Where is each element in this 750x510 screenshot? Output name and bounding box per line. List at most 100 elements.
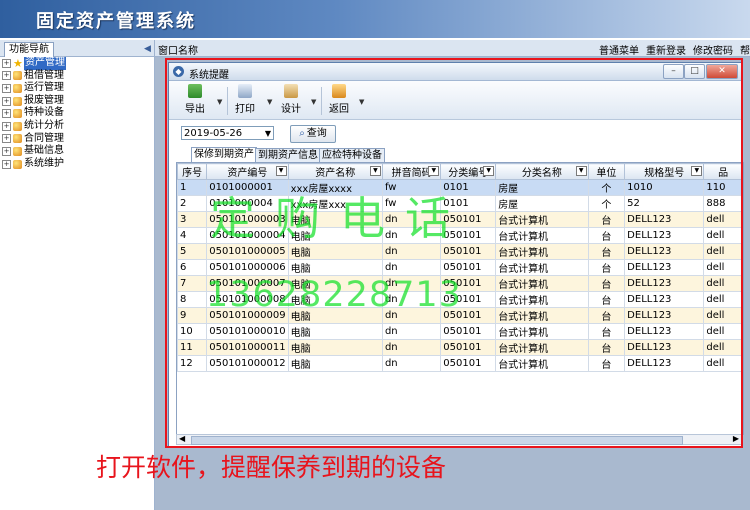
table-cell[interactable]: DELL123 [624, 307, 705, 324]
back-button[interactable]: 返回 ▼ [329, 84, 364, 115]
table-cell[interactable]: 050101000006 [206, 259, 289, 276]
expand-icon[interactable]: + [2, 146, 11, 156]
table-cell[interactable]: 9 [177, 307, 208, 324]
table-cell[interactable]: 台式计算机 [495, 227, 589, 244]
table-cell[interactable]: 050101000012 [206, 355, 289, 372]
table-cell[interactable]: 888 [703, 195, 743, 212]
collapse-arrow-icon[interactable]: ◀ [144, 44, 151, 54]
table-cell[interactable]: DELL123 [624, 355, 705, 372]
design-dropdown-arrow-icon[interactable]: ▼ [311, 98, 316, 106]
table-cell[interactable]: dell [703, 355, 743, 372]
tree-item-rental[interactable]: + 租借管理 [2, 70, 66, 83]
maximize-icon[interactable]: □ [684, 64, 705, 79]
column-header[interactable]: 规格型号 ▼ [624, 163, 705, 180]
column-header[interactable]: 单位 [587, 163, 626, 180]
table-cell[interactable]: dn [381, 323, 442, 340]
expand-icon[interactable]: + [2, 109, 11, 119]
column-header[interactable]: 资产名称 ▼ [287, 163, 383, 180]
export-dropdown-arrow-icon[interactable]: ▼ [217, 98, 222, 106]
print-button[interactable]: 打印 ▼ [235, 84, 272, 115]
table-cell[interactable]: 房屋 [495, 179, 589, 196]
table-cell[interactable]: dn [381, 355, 442, 372]
table-cell[interactable]: 台 [587, 227, 626, 244]
table-cell[interactable]: 台式计算机 [495, 291, 589, 308]
table-cell[interactable]: DELL123 [624, 211, 705, 228]
table-cell[interactable]: dell [703, 339, 743, 356]
print-dropdown-arrow-icon[interactable]: ▼ [267, 98, 272, 106]
column-header[interactable]: 品 [703, 163, 743, 180]
table-cell[interactable]: 12 [177, 355, 208, 372]
table-cell[interactable]: DELL123 [624, 339, 705, 356]
date-picker[interactable]: 2019-05-26 ▼ [181, 126, 274, 140]
table-cell[interactable]: dell [703, 275, 743, 292]
table-cell[interactable]: 7 [177, 275, 208, 292]
design-button[interactable]: 设计 ▼ [281, 84, 316, 115]
normal-menu-link[interactable]: 普通菜单 [599, 46, 639, 57]
expand-icon[interactable]: + [2, 121, 11, 131]
column-header[interactable]: 分类名称 ▼ [495, 163, 589, 180]
table-cell[interactable]: DELL123 [624, 243, 705, 260]
change-password-link[interactable]: 修改密码 [693, 46, 733, 57]
table-cell[interactable]: dell [703, 211, 743, 228]
column-header[interactable]: 序号 [177, 163, 208, 180]
table-cell[interactable]: 050101 [440, 259, 497, 276]
table-cell[interactable]: 050101000011 [206, 339, 289, 356]
filter-dropdown-icon[interactable]: ▼ [575, 166, 587, 176]
expand-icon[interactable]: + [2, 58, 11, 68]
navigation-tab[interactable]: 功能导航 [4, 42, 54, 57]
table-cell[interactable]: 6 [177, 259, 208, 276]
query-button[interactable]: ⌕ 查询 [290, 125, 336, 143]
tree-item-contracts[interactable]: + 合同管理 [2, 133, 66, 146]
table-cell[interactable]: 台式计算机 [495, 275, 589, 292]
table-cell[interactable]: 1010 [624, 179, 705, 196]
date-dropdown-arrow-icon[interactable]: ▼ [265, 127, 271, 141]
table-cell[interactable]: DELL123 [624, 291, 705, 308]
filter-dropdown-icon[interactable]: ▼ [428, 166, 440, 176]
table-cell[interactable]: 台式计算机 [495, 211, 589, 228]
table-cell[interactable]: 8 [177, 291, 208, 308]
table-cell[interactable]: 1 [177, 179, 208, 196]
tab-expired-assets[interactable]: 到期资产信息 [255, 148, 321, 162]
table-cell[interactable]: 050101 [440, 323, 497, 340]
table-row[interactable]: 11 050101000011 电脑 dn 050101 台式计算机台 DELL123 del… [177, 339, 743, 356]
table-cell[interactable]: 电脑 [287, 339, 383, 356]
expand-icon[interactable]: + [2, 159, 11, 169]
tree-item-scrap[interactable]: + 报废管理 [2, 95, 66, 108]
tree-item-basic-info[interactable]: + 基础信息 [2, 145, 66, 158]
filter-dropdown-icon[interactable]: ▼ [483, 166, 495, 176]
table-cell[interactable]: 台 [587, 211, 626, 228]
tab-special-equipment-inspection[interactable]: 应检特种设备 [319, 148, 385, 162]
tab-warranty-expired[interactable]: 保修到期资产 [191, 147, 257, 162]
table-cell[interactable]: 台式计算机 [495, 339, 589, 356]
table-cell[interactable]: 台 [587, 291, 626, 308]
relogin-link[interactable]: 重新登录 [646, 46, 686, 57]
tree-item-asset-management[interactable]: + ★ 资产管理 [2, 57, 66, 70]
column-header[interactable]: 分类编号 ▼ [440, 163, 497, 180]
table-cell[interactable]: 台 [587, 275, 626, 292]
table-cell[interactable]: dell [703, 307, 743, 324]
table-row[interactable]: 12 050101000012 电脑 dn 050101 台式计算机台 DELL123 del… [177, 355, 743, 372]
table-cell[interactable]: 台 [587, 243, 626, 260]
expand-icon[interactable]: + [2, 96, 11, 106]
table-cell[interactable]: 个 [587, 195, 626, 212]
table-cell[interactable]: 050101000010 [206, 323, 289, 340]
table-cell[interactable]: 房屋 [495, 195, 589, 212]
table-row[interactable]: 10 050101000010 电脑 dn 050101 台式计算机台 DELL123 del… [177, 323, 743, 340]
table-cell[interactable]: 11 [177, 339, 208, 356]
scroll-left-arrow-icon[interactable]: ◀ [179, 434, 185, 443]
minimize-icon[interactable]: – [663, 64, 684, 79]
expand-icon[interactable]: + [2, 71, 11, 81]
table-cell[interactable]: dell [703, 291, 743, 308]
table-cell[interactable]: DELL123 [624, 323, 705, 340]
table-cell[interactable]: DELL123 [624, 259, 705, 276]
table-cell[interactable]: 电脑 [287, 323, 383, 340]
table-row[interactable]: 6 050101000006 电脑 dn 050101 台式计算机台 DELL123 dell [177, 259, 743, 276]
table-cell[interactable]: 2 [177, 195, 208, 212]
table-cell[interactable]: dn [381, 339, 442, 356]
table-cell[interactable]: dn [381, 259, 442, 276]
table-cell[interactable]: dell [703, 227, 743, 244]
column-header[interactable]: 拼音简码 ▼ [381, 163, 442, 180]
help-link[interactable]: 帮 [740, 46, 750, 57]
table-cell[interactable]: 台式计算机 [495, 355, 589, 372]
column-header[interactable]: 资产编号 ▼ [206, 163, 289, 180]
